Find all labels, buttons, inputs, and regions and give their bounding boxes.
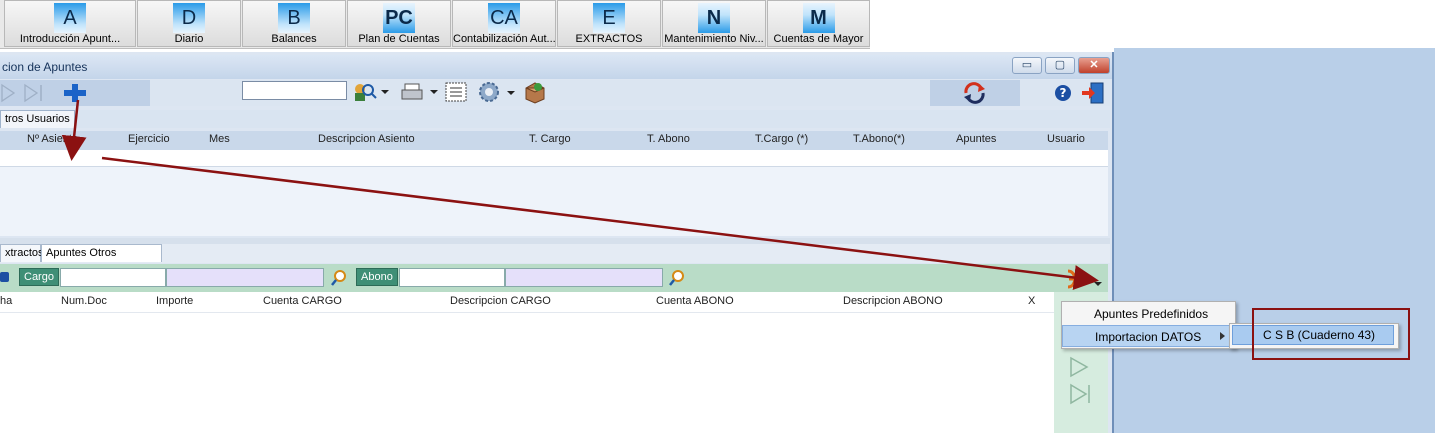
annotation-arrows: [61, 99, 1099, 290]
